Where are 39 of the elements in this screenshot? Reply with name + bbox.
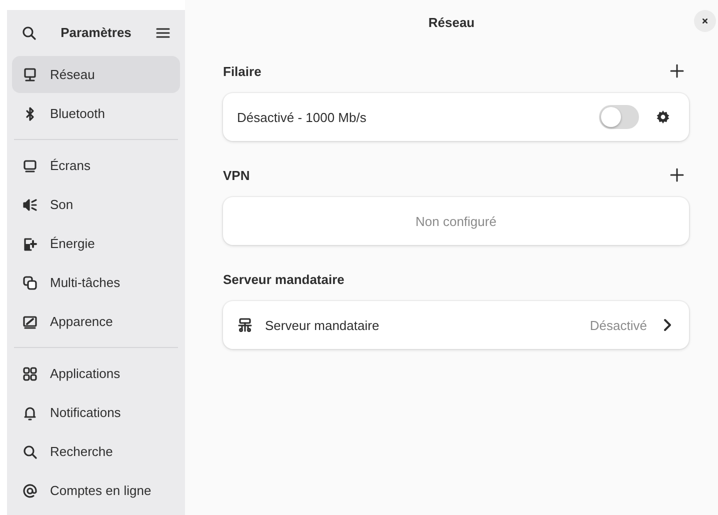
sidebar-item[interactable]: Réseau bbox=[12, 56, 180, 93]
toggle-switch[interactable] bbox=[599, 105, 639, 129]
battery-plug-icon bbox=[22, 236, 38, 252]
plus-icon bbox=[669, 63, 685, 79]
row-label: Serveur mandataire bbox=[265, 318, 380, 332]
search-icon bbox=[21, 24, 37, 40]
search-icon bbox=[22, 444, 38, 460]
computer-icon bbox=[22, 66, 38, 82]
sidebar-title: Paramètres bbox=[60, 25, 132, 40]
close-button[interactable] bbox=[694, 10, 716, 32]
page-title: Réseau bbox=[428, 15, 475, 30]
app-grid-icon bbox=[22, 366, 38, 382]
section-heading: Serveur mandataire bbox=[223, 272, 344, 286]
row-value: Désactivé bbox=[590, 318, 647, 332]
proxy-icon bbox=[237, 317, 253, 333]
settings-icon bbox=[655, 109, 671, 125]
display-icon bbox=[22, 158, 38, 174]
sidebar-item[interactable]: Applications bbox=[12, 355, 180, 392]
appearance-icon bbox=[22, 314, 38, 330]
bell-icon bbox=[22, 404, 38, 420]
sidebar-item[interactable]: Multi-tâches bbox=[12, 264, 180, 301]
at-sign-icon bbox=[22, 482, 38, 498]
connection-status: Désactivé - 1000 Mb/s bbox=[237, 110, 368, 124]
sidebar-item[interactable]: Énergie bbox=[12, 225, 180, 262]
plus-icon bbox=[669, 167, 685, 183]
sidebar-item[interactable]: Recherche bbox=[12, 433, 180, 470]
proxy-row[interactable]: Serveur mandataire Désactivé bbox=[223, 301, 689, 349]
empty-message: Non configuré bbox=[416, 214, 496, 228]
sidebar-item[interactable]: Apparence bbox=[12, 303, 180, 340]
close-icon bbox=[700, 16, 710, 26]
section-heading: VPN bbox=[223, 168, 250, 182]
section-heading: Filaire bbox=[223, 64, 262, 78]
sidebar-item[interactable]: Écrans bbox=[12, 147, 180, 184]
sidebar-item[interactable]: Notifications bbox=[12, 394, 180, 431]
sidebar-item[interactable]: Son bbox=[12, 186, 180, 223]
sidebar-item[interactable]: Bluetooth bbox=[12, 95, 180, 132]
speaker-icon bbox=[22, 196, 38, 212]
windows-icon bbox=[22, 274, 38, 290]
sidebar-item[interactable]: Comptes en ligne bbox=[12, 472, 180, 509]
